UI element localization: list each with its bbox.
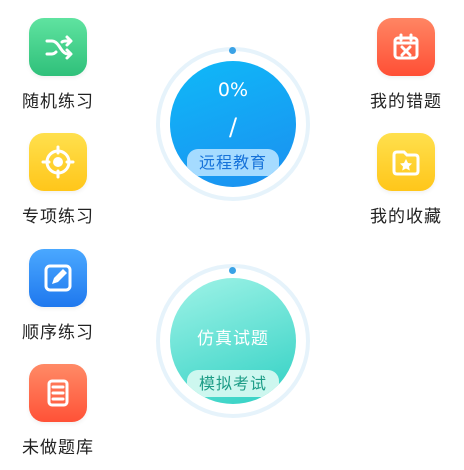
remote-education-circle[interactable]: 0% / 远程教育 [170, 61, 296, 187]
progress-percent: 0% [217, 79, 249, 101]
menu-item-random-practice[interactable]: 随机练习 [12, 18, 104, 124]
menu-label-unanswered-bank: 未做题库 [22, 438, 94, 458]
menu-item-my-favorites[interactable]: 我的收藏 [360, 133, 452, 239]
menu-item-my-mistakes[interactable]: 我的错题 [360, 18, 452, 124]
menu-item-topic-practice[interactable]: 专项练习 [12, 133, 104, 239]
menu-item-unanswered-bank[interactable]: 未做题库 [12, 364, 104, 470]
menu-item-sequential-practice[interactable]: 顺序练习 [12, 249, 104, 355]
target-icon [29, 133, 87, 191]
menu-label-topic-practice: 专项练习 [22, 207, 94, 227]
exam-title: 仿真试题 [197, 329, 269, 349]
menu-label-random-practice: 随机练习 [22, 92, 94, 112]
folder-star-icon [377, 133, 435, 191]
menu-label-my-mistakes: 我的错题 [370, 92, 442, 112]
progress-circle: 0% / 远程教育 [156, 47, 310, 201]
exam-ring-indicator [229, 267, 236, 274]
pencil-icon [29, 249, 87, 307]
menu-label-sequential-practice: 顺序练习 [22, 323, 94, 343]
exam-circle: 仿真试题 模拟考试 [156, 264, 310, 418]
menu-label-my-favorites: 我的收藏 [370, 207, 442, 227]
shuffle-icon [29, 18, 87, 76]
mock-exam-label: 模拟考试 [186, 370, 280, 397]
scroll-icon [29, 364, 87, 422]
calendar-x-icon [377, 18, 435, 76]
mock-exam-circle[interactable]: 仿真试题 模拟考试 [170, 278, 296, 404]
progress-ring-indicator [229, 47, 236, 54]
remote-education-label: 远程教育 [186, 149, 280, 176]
progress-separator: / [228, 113, 238, 141]
